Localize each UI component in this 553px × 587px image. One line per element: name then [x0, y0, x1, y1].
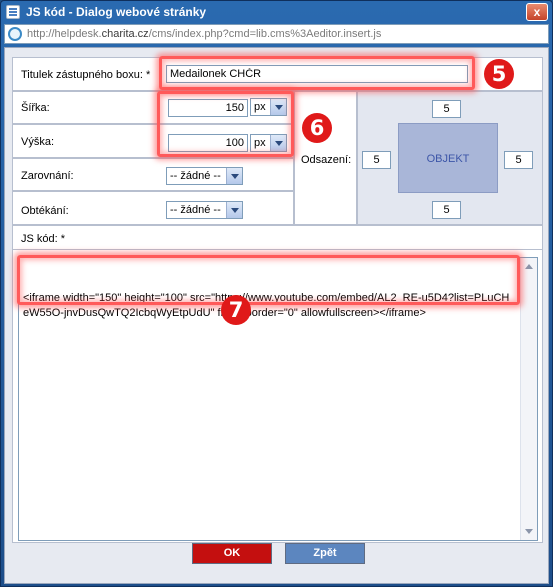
align-value: -- žádné --	[170, 170, 221, 182]
annotation-badge-5: 5	[484, 59, 514, 89]
align-label: Zarovnání:	[21, 170, 74, 182]
window-title: JS kód - Dialog webové stránky	[26, 5, 207, 19]
margin-left-input[interactable]	[362, 151, 391, 169]
address-text: http://helpdesk.charita.cz/cms/index.php…	[27, 28, 382, 40]
wrap-label: Obtékání:	[21, 205, 69, 217]
title-input[interactable]	[166, 65, 468, 83]
address-bar: http://helpdesk.charita.cz/cms/index.php…	[4, 24, 549, 44]
wrap-value: -- žádné --	[170, 204, 221, 216]
width-label: Šířka:	[21, 102, 50, 114]
scroll-up-icon[interactable]	[522, 259, 537, 274]
chevron-down-icon	[270, 99, 286, 115]
wrap-select[interactable]: -- žádné --	[166, 201, 243, 219]
ok-button[interactable]: OK	[192, 543, 272, 564]
margin-right-input[interactable]	[504, 151, 533, 169]
js-code-text: <iframe width="150" height="100" src="ht…	[23, 292, 510, 319]
chevron-down-icon	[270, 135, 286, 151]
margin-top-input[interactable]	[432, 100, 461, 118]
height-input[interactable]	[168, 134, 248, 152]
annotation-badge-6: 6	[302, 113, 332, 143]
height-unit-select[interactable]: px	[250, 134, 287, 152]
js-label-row	[12, 225, 543, 250]
width-unit-value: px	[254, 101, 266, 113]
chevron-down-icon	[226, 168, 242, 184]
chevron-down-icon	[226, 202, 242, 218]
object-preview: OBJEKT	[398, 123, 498, 193]
title-label: Titulek zástupného boxu: *	[21, 69, 151, 81]
width-input[interactable]	[168, 99, 248, 117]
align-select[interactable]: -- žádné --	[166, 167, 243, 185]
dialog-window: JS kód - Dialog webové stránky x http://…	[0, 0, 553, 587]
height-unit-value: px	[254, 137, 266, 149]
globe-icon	[8, 27, 22, 41]
js-label: JS kód: *	[21, 233, 66, 245]
annotation-badge-7: 7	[221, 295, 251, 325]
object-label: OBJEKT	[426, 153, 470, 165]
js-code-textarea[interactable]: <iframe width="150" height="100" src="ht…	[18, 257, 538, 541]
width-unit-select[interactable]: px	[250, 98, 287, 116]
height-label: Výška:	[21, 136, 55, 148]
textarea-scrollbar[interactable]	[520, 258, 537, 540]
scroll-down-icon[interactable]	[522, 524, 537, 539]
close-button[interactable]: x	[526, 3, 548, 21]
dialog-content: Titulek zástupného boxu: * Šířka: px Výš…	[4, 47, 549, 584]
dialog-icon	[6, 5, 20, 19]
margin-label: Odsazení:	[301, 154, 352, 166]
back-button[interactable]: Zpět	[285, 543, 365, 564]
title-bar: JS kód - Dialog webové stránky x	[1, 1, 552, 23]
margin-bottom-input[interactable]	[432, 201, 461, 219]
